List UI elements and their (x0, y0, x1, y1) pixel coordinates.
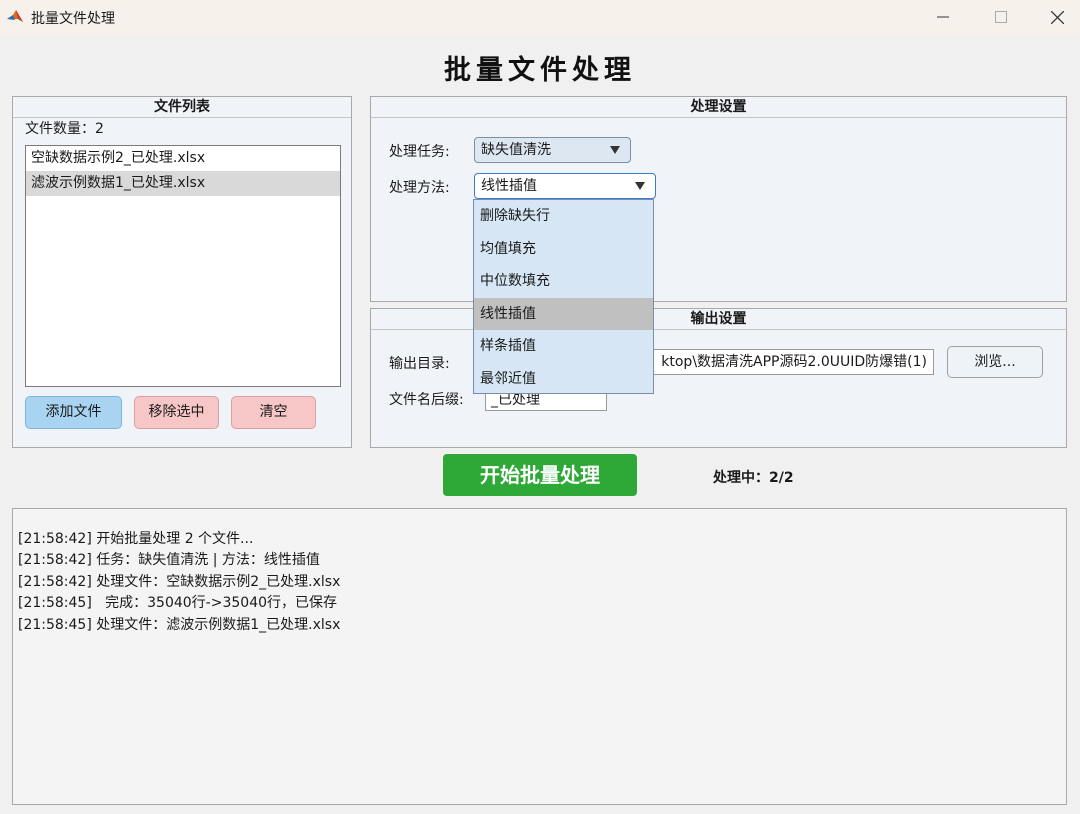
method-option-selected[interactable]: 线性插值 (474, 297, 653, 330)
start-batch-button[interactable]: 开始批量处理 (443, 454, 637, 496)
method-label: 处理方法: (389, 180, 450, 196)
log-area[interactable]: [21:58:42] 开始批量处理 2 个文件... [21:58:42] 任务… (12, 508, 1067, 805)
window-titlebar: 批量文件处理 (0, 0, 1080, 34)
method-dropdown[interactable]: 线性插值 (474, 173, 656, 199)
log-line: [21:58:42] 处理文件：空缺数据示例2_已处理.xlsx (18, 573, 341, 590)
close-icon (1050, 10, 1064, 24)
matlab-logo-icon (7, 10, 23, 22)
page-title: 批量文件处理 (444, 55, 636, 86)
processing-settings-title: 处理设置 (371, 97, 1066, 118)
maximize-button[interactable] (978, 0, 1024, 34)
remove-selected-button[interactable]: 移除选中 (134, 396, 219, 429)
method-dropdown-value: 线性插值 (481, 178, 537, 194)
method-option[interactable]: 删除缺失行 (474, 200, 653, 233)
file-list-panel: 文件列表 文件数量：2 空缺数据示例2_已处理.xlsx 滤波示例数据1_已处理… (12, 96, 352, 448)
minimize-icon (937, 16, 949, 18)
task-dropdown-value: 缺失值清洗 (481, 142, 551, 158)
chevron-down-icon (635, 182, 645, 190)
minimize-button[interactable] (920, 0, 966, 34)
log-line: [21:58:42] 任务：缺失值清洗 | 方法：线性插值 (18, 552, 320, 569)
browse-button[interactable]: 浏览... (947, 346, 1043, 378)
suffix-label: 文件名后缀: (389, 392, 464, 408)
log-line: [21:58:42] 开始批量处理 2 个文件... (18, 531, 254, 547)
method-dropdown-list[interactable]: 删除缺失行 均值填充 中位数填充 线性插值 样条插值 最邻近值 (473, 199, 654, 394)
file-list-item[interactable]: 空缺数据示例2_已处理.xlsx (26, 146, 340, 171)
log-line: [21:58:45] 完成：35040行->35040行，已保存 (18, 595, 338, 612)
file-list[interactable]: 空缺数据示例2_已处理.xlsx 滤波示例数据1_已处理.xlsx (25, 145, 341, 387)
clear-button[interactable]: 清空 (231, 396, 316, 429)
log-line: [21:58:45] 处理文件：滤波示例数据1_已处理.xlsx (18, 616, 341, 633)
output-dir-label: 输出目录: (389, 356, 450, 372)
add-file-button[interactable]: 添加文件 (25, 396, 122, 429)
status-text: 处理中：2/2 (713, 470, 794, 486)
method-option[interactable]: 均值填充 (474, 233, 653, 266)
method-option[interactable]: 样条插值 (474, 330, 653, 363)
task-label: 处理任务: (389, 144, 450, 160)
method-option[interactable]: 中位数填充 (474, 265, 653, 298)
file-list-item[interactable]: 滤波示例数据1_已处理.xlsx (26, 171, 340, 196)
file-count-label: 文件数量：2 (25, 121, 104, 137)
maximize-icon (995, 11, 1007, 23)
close-button[interactable] (1034, 0, 1080, 34)
chevron-down-icon (610, 146, 620, 154)
window-title: 批量文件处理 (31, 11, 115, 27)
task-dropdown[interactable]: 缺失值清洗 (474, 137, 631, 163)
file-list-panel-title: 文件列表 (13, 97, 351, 118)
method-option[interactable]: 最邻近值 (474, 363, 653, 396)
